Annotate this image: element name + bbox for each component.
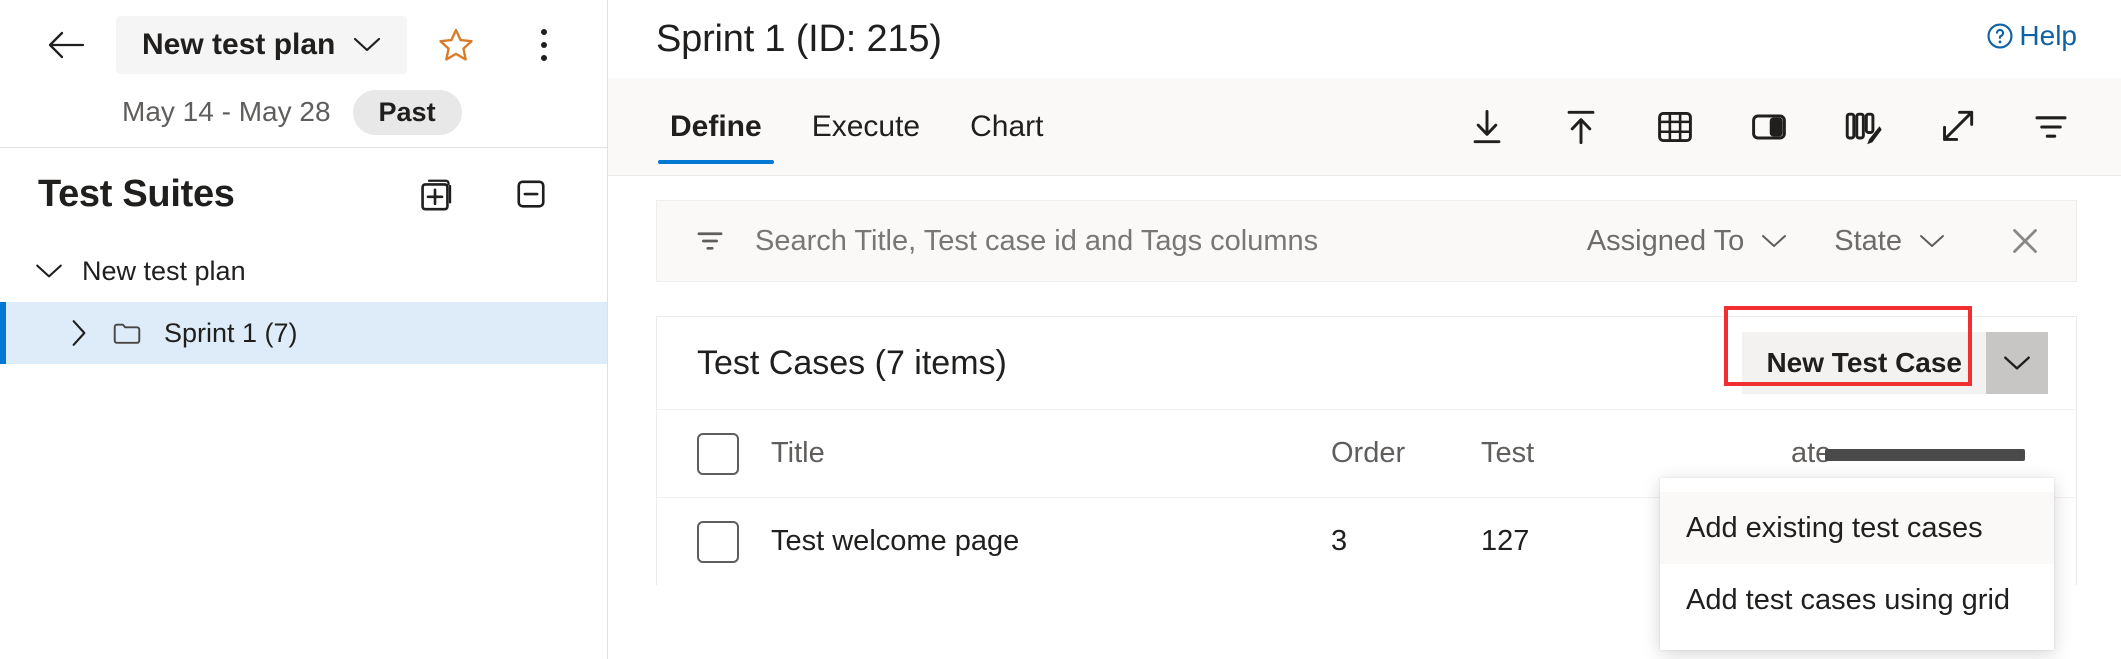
column-header-order[interactable]: Order [1331,437,1481,470]
new-test-case-button[interactable]: New Test Case [1742,332,1986,394]
page-header: Sprint 1 (ID: 215) Help [608,0,2121,78]
close-icon [2006,222,2044,260]
column-edit-icon [1841,105,1885,149]
tab-chart[interactable]: Chart [956,78,1057,176]
assigned-to-filter[interactable]: Assigned To [1587,225,1788,258]
chevron-down-icon [2002,353,2032,373]
test-suites-header: Test Suites [0,148,607,240]
menu-item-add-test-cases-using-grid[interactable]: Add test cases using grid [1660,564,2054,636]
question-circle-icon [1984,20,2016,52]
collapse-all-icon [510,173,552,215]
folder-icon [110,318,144,348]
search-input[interactable]: Search Title, Test case id and Tags colu… [755,225,1318,258]
new-test-case-menu: Add existing test cases Add test cases u… [1660,478,2054,650]
star-icon [436,26,476,64]
new-test-case-dropdown-button[interactable] [1986,332,2048,394]
sidebar-item-new-test-plan[interactable]: New test plan [0,240,607,302]
expand-icon [1935,105,1979,149]
test-plan-name: New test plan [142,28,335,62]
chevron-down-icon [353,36,381,54]
filter-section: Search Title, Test case id and Tags colu… [608,176,2121,282]
arrow-left-icon [47,29,85,61]
menu-item-add-existing-test-cases[interactable]: Add existing test cases [1660,492,2054,564]
chevron-down-icon[interactable] [34,261,64,281]
grid-icon [1653,105,1697,149]
back-button[interactable] [38,17,94,73]
tab-define[interactable]: Define [656,78,776,176]
download-icon [1465,105,1509,149]
cell-title: Test welcome page [771,525,1331,558]
upload-button[interactable] [1555,101,1607,153]
chevron-down-icon [1918,232,1946,250]
state-label: State [1834,225,1902,258]
add-suite-icon [414,173,456,215]
state-filter[interactable]: State [1834,225,1946,258]
test-cases-header: Test Cases (7 items) New Test Case [657,317,2076,409]
status-badge: Past [353,90,462,135]
plan-header-bottom-row: May 14 - May 28 Past [0,84,607,140]
plan-header: New test plan [0,0,607,148]
test-suites-title: Test Suites [38,173,235,216]
collapse-all-button[interactable] [507,170,555,218]
assigned-to-label: Assigned To [1587,225,1744,258]
more-options-button[interactable] [521,19,567,71]
test-suites-actions [411,170,555,218]
filter-icon [2029,105,2073,149]
app-root: New test plan [0,0,2121,659]
sidebar-item-label: Sprint 1 (7) [164,318,298,349]
tabs: Define Execute Chart [656,78,1079,176]
toolbar [1461,101,2077,153]
clear-filters-button[interactable] [2002,218,2048,264]
horizontal-scrollbar[interactable] [1825,449,2025,461]
tab-execute[interactable]: Execute [798,78,934,176]
cell-order: 3 [1331,525,1481,558]
tab-bar: Define Execute Chart [608,78,2121,176]
test-plan-selector[interactable]: New test plan [116,16,407,74]
new-test-case-split-button[interactable]: New Test Case [1742,332,2048,394]
grid-view-button[interactable] [1649,101,1701,153]
plan-header-top-row: New test plan [0,6,607,84]
help-label: Help [2019,20,2077,52]
column-header-title[interactable]: Title [771,437,1331,470]
plan-date-range: May 14 - May 28 [122,96,331,128]
column-header-test-id[interactable]: Test [1481,437,1791,470]
test-cases-title: Test Cases (7 items) [697,344,1007,383]
suite-tree: New test plan Sprint 1 (7) [0,240,607,364]
filter-button[interactable] [2025,101,2077,153]
filter-pills: Assigned To State [1587,218,2048,264]
help-link[interactable]: Help [1984,20,2077,52]
add-suite-button[interactable] [411,170,459,218]
chevron-right-icon[interactable] [68,318,90,348]
new-test-case-area: New Test Case [1742,332,2048,394]
upload-icon [1559,105,1603,149]
left-pane: New test plan [0,0,608,659]
more-vertical-icon [541,29,547,61]
column-edit-button[interactable] [1837,101,1889,153]
download-button[interactable] [1461,101,1513,153]
sidebar-item-sprint-1[interactable]: Sprint 1 (7) [0,302,607,364]
chevron-down-icon [1760,232,1788,250]
sidebar-item-label: New test plan [82,256,246,287]
expand-button[interactable] [1931,101,1983,153]
filter-bar: Search Title, Test case id and Tags colu… [656,200,2077,282]
page-title: Sprint 1 (ID: 215) [656,18,942,61]
column-layout-icon [1747,105,1791,149]
select-all-checkbox[interactable] [697,433,739,475]
favorite-button[interactable] [431,20,481,70]
column-layout-button[interactable] [1743,101,1795,153]
filter-icon[interactable] [691,222,729,260]
row-checkbox[interactable] [697,521,739,563]
